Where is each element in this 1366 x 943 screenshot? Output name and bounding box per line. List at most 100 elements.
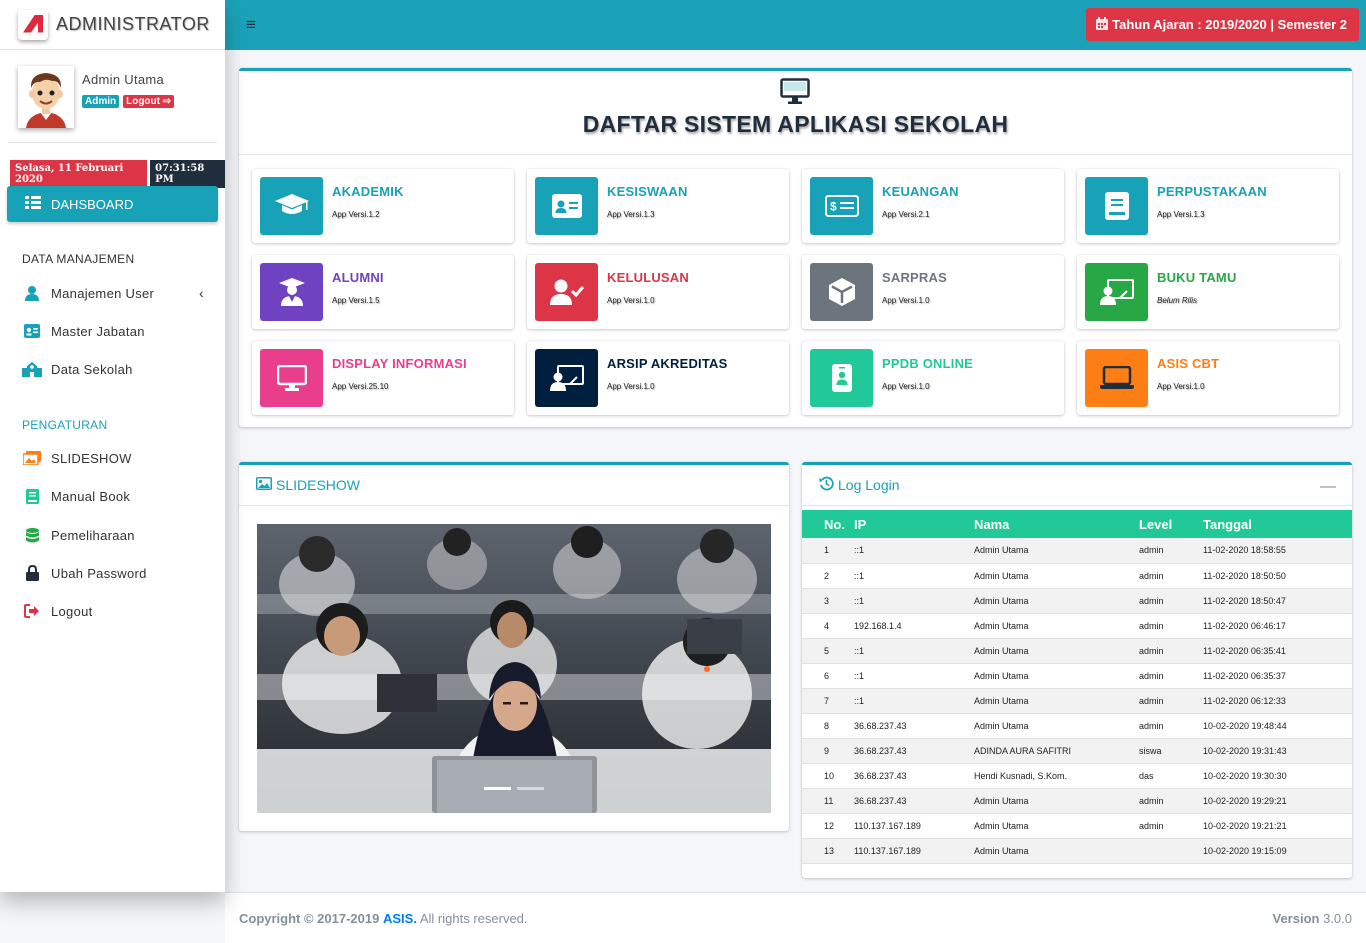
cell-nama: Hendi Kusnadi, S.Kom. <box>974 763 1139 789</box>
cell-nama: Admin Utama <box>974 713 1139 739</box>
book-icon <box>1085 177 1148 235</box>
app-card-display-informasi[interactable]: DISPLAY INFORMASI App Versi.25.10 <box>252 341 514 415</box>
cell-level: admin <box>1139 538 1203 564</box>
brand-link[interactable]: ADMINISTRATOR <box>0 0 225 50</box>
app-version: Belum Rilis <box>1157 296 1198 305</box>
sidebar-item-logout[interactable]: Logout <box>22 599 212 623</box>
cell-level: admin <box>1139 563 1203 589</box>
user-panel: Admin Utama Admin Logout ⇨ <box>8 50 217 143</box>
app-card-kesiswaan[interactable]: KESISWAAN App Versi.1.3 <box>527 169 789 243</box>
sidebar-item-label: DAHSBOARD <box>51 196 134 212</box>
cell-no: 4 <box>802 613 854 639</box>
sidebar-item-manajemen-user[interactable]: Manajemen User ‹ <box>22 281 212 305</box>
cell-nama: Admin Utama <box>974 563 1139 589</box>
app-card-asis-cbt[interactable]: ASIS CBT App Versi.1.0 <box>1077 341 1339 415</box>
carousel-indicator[interactable] <box>517 787 544 790</box>
cell-tanggal: 11-02-2020 06:46:17 <box>1203 613 1352 639</box>
carousel-indicator[interactable] <box>484 787 511 790</box>
desktop-icon <box>260 349 323 407</box>
cell-no: 7 <box>802 688 854 714</box>
sidebar-item-pemeliharaan[interactable]: Pemeliharaan <box>22 523 212 547</box>
user-icon <box>22 285 42 301</box>
graduate-user-icon <box>260 263 323 321</box>
app-version: App Versi.1.0 <box>882 296 930 305</box>
app-card-sarpras[interactable]: SARPRAS App Versi.1.0 <box>802 255 1064 329</box>
laptop-icon <box>1085 349 1148 407</box>
datetime-display: Selasa, 11 Februari 2020 07:31:58 PM <box>10 160 225 188</box>
app-card-kelulusan[interactable]: KELULUSAN App Versi.1.0 <box>527 255 789 329</box>
cell-nama: Admin Utama <box>974 788 1139 814</box>
cell-nama: Admin Utama <box>974 538 1139 564</box>
app-card-alumni[interactable]: ALUMNI App Versi.1.5 <box>252 255 514 329</box>
box-icon <box>810 263 873 321</box>
table-row: 6::1 Admin Utama admin 11-02-2020 06:35:37 <box>802 663 1352 689</box>
table-row: 12 110.137.167.189 Admin Utama admin 10-02-2… <box>802 813 1352 839</box>
calendar-icon <box>1096 16 1109 33</box>
cell-ip: ::1 <box>854 538 974 564</box>
footer-brand-link[interactable]: ASIS. <box>383 911 417 926</box>
app-list-card: DAFTAR SISTEM APLIKASI SEKOLAH AKADEMIK … <box>239 68 1352 427</box>
collapse-minus-icon[interactable]: — <box>1320 478 1336 496</box>
sidebar-item-label: Data Sekolah <box>51 361 133 377</box>
slideshow-card: SLIDESHOW <box>239 462 789 831</box>
sidebar-item-label: Ubah Password <box>51 565 147 581</box>
app-name: KELULUSAN <box>607 270 689 285</box>
app-name: BUKU TAMU <box>1157 270 1237 285</box>
app-card-akademik[interactable]: AKADEMIK App Versi.1.2 <box>252 169 514 243</box>
app-version: App Versi.1.3 <box>1157 210 1205 219</box>
app-card-buku-tamu[interactable]: BUKU TAMU Belum Rilis <box>1077 255 1339 329</box>
app-version: App Versi.1.0 <box>1157 382 1205 391</box>
app-name: KESISWAAN <box>607 184 688 199</box>
sign-out-icon: ⇨ <box>162 96 172 107</box>
sidebar-item-label: Manajemen User <box>51 285 155 301</box>
user-check-icon <box>535 263 598 321</box>
slideshow-image[interactable] <box>257 524 771 813</box>
sidebar-item-data-sekolah[interactable]: Data Sekolah <box>22 357 212 381</box>
sidebar-item-label: Logout <box>51 603 93 619</box>
academic-year-badge[interactable]: Tahun Ajaran : 2019/2020 | Semester 2 <box>1086 8 1359 41</box>
brand-logo-icon <box>18 9 48 40</box>
app-name: SARPRAS <box>882 270 947 285</box>
cell-tanggal: 11-02-2020 18:50:50 <box>1203 563 1352 589</box>
app-card-keuangan[interactable]: $ KEUANGAN App Versi.2.1 <box>802 169 1064 243</box>
nav-header-data: DATA MANAJEMEN <box>22 252 135 266</box>
sidebar-item-dashboard[interactable]: DAHSBOARD <box>7 186 218 222</box>
rights-text: All rights reserved. <box>419 911 528 926</box>
chalkboard-user-icon <box>535 349 598 407</box>
app-card-arsip-akreditas[interactable]: ARSIP AKREDITAS App Versi.1.0 <box>527 341 789 415</box>
id-card-icon <box>535 177 598 235</box>
table-row: 9 36.68.237.43 ADINDA AURA SAFITRI siswa 10-… <box>802 738 1352 764</box>
cell-tanggal: 10-02-2020 19:21:21 <box>1203 813 1352 839</box>
app-name: ALUMNI <box>332 270 384 285</box>
images-icon <box>22 451 42 465</box>
chevron-left-icon: ‹ <box>199 285 204 301</box>
sidebar-item-ubah-password[interactable]: Ubah Password <box>22 561 212 585</box>
cell-tanggal: 10-02-2020 19:15:09 <box>1203 838 1352 864</box>
cell-ip: 110.137.167.189 <box>854 838 974 864</box>
col-header-no: No. <box>802 510 854 538</box>
cell-ip: ::1 <box>854 638 974 664</box>
cell-level: admin <box>1139 638 1203 664</box>
sidebar-item-manual-book[interactable]: Manual Book <box>22 484 212 508</box>
cell-tanggal: 11-02-2020 18:50:47 <box>1203 588 1352 614</box>
sidebar-item-slideshow[interactable]: SLIDESHOW <box>22 446 212 470</box>
time-badge: 07:31:58 PM <box>150 160 225 188</box>
app-version: App Versi.1.2 <box>332 210 380 219</box>
svg-text:$: $ <box>830 200 837 214</box>
sidebar-item-master-jabatan[interactable]: Master Jabatan <box>22 319 212 343</box>
log-table: No. IP Nama Level Tanggal 1::1 Admin Utam… <box>802 510 1352 864</box>
cell-nama: Admin Utama <box>974 588 1139 614</box>
date-badge: Selasa, 11 Februari 2020 <box>10 160 148 188</box>
hamburger-menu-icon[interactable]: ≡ <box>246 15 256 35</box>
cell-ip: ::1 <box>854 688 974 714</box>
logout-badge[interactable]: Logout ⇨ <box>123 95 175 108</box>
cell-ip: 36.68.237.43 <box>854 738 974 764</box>
app-card-perpustakaan[interactable]: PERPUSTAKAAN App Versi.1.3 <box>1077 169 1339 243</box>
cell-tanggal: 10-02-2020 19:29:21 <box>1203 788 1352 814</box>
app-card-ppdb-online[interactable]: PPDB ONLINE App Versi.1.0 <box>802 341 1064 415</box>
app-name: PERPUSTAKAAN <box>1157 184 1267 199</box>
table-row: 5::1 Admin Utama admin 11-02-2020 06:35:41 <box>802 638 1352 664</box>
cell-tanggal: 11-02-2020 18:58:55 <box>1203 538 1352 564</box>
history-icon <box>819 476 834 494</box>
col-header-ip: IP <box>854 510 974 538</box>
